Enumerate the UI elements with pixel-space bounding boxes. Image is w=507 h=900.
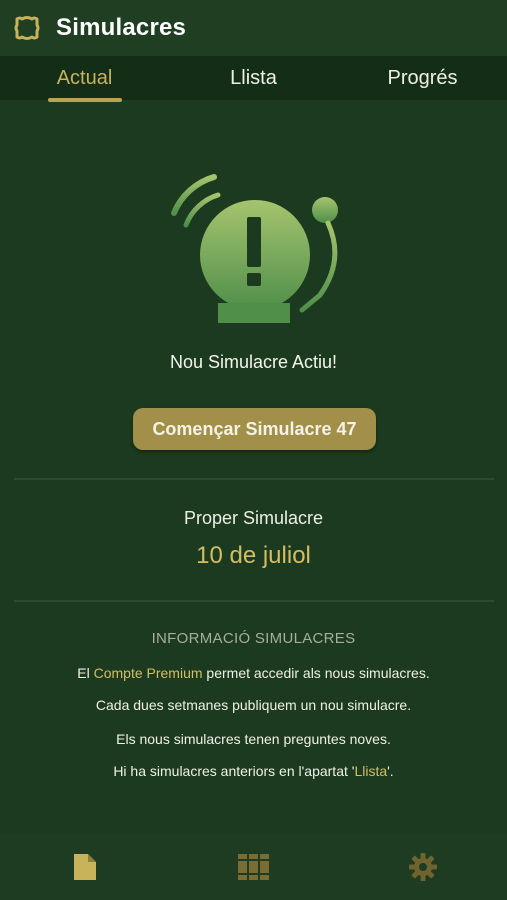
tab-label: Actual (56, 66, 113, 89)
start-simulacre-button[interactable]: Començar Simulacre 47 (133, 408, 376, 450)
bottom-navigation (0, 834, 507, 900)
info-title: INFORMACIÓ SIMULACRES (151, 630, 356, 647)
alarm-bell-icon (171, 174, 338, 323)
info-text: permet accedir als nous simulacres. (202, 665, 430, 681)
next-simulacre-label: Proper Simulacre (183, 508, 324, 528)
nav-settings[interactable] (338, 852, 507, 882)
info-line-biweekly: Cada dues setmanes publiquem un nou simu… (95, 697, 412, 713)
next-simulacre-date: 10 de juliol (196, 542, 311, 569)
gear-icon (408, 853, 437, 881)
active-tab-indicator (47, 98, 122, 102)
app-bar: Simulacres (0, 0, 507, 56)
tab-progres[interactable]: Progrés (338, 56, 507, 100)
tab-llista[interactable]: Llista (169, 56, 338, 100)
hero-illustration (0, 165, 507, 335)
badge-icon (12, 13, 42, 43)
llista-link[interactable]: Llista (354, 763, 387, 779)
tab-label: Llista (230, 66, 277, 89)
info-text: '. (387, 763, 394, 779)
info-line-previous: Hi ha simulacres anteriors en l'apartat … (0, 763, 507, 779)
info-line-premium: El Compte Premium permet accedir als nou… (0, 665, 507, 681)
tab-actual[interactable]: Actual (0, 56, 169, 102)
info-line-new-questions: Els nous simulacres tenen preguntes nove… (116, 731, 391, 747)
nav-list[interactable] (169, 852, 338, 882)
nav-current[interactable] (0, 852, 169, 882)
divider (14, 478, 494, 480)
info-text: Hi ha simulacres anteriors en l'apartat … (113, 763, 355, 779)
divider (14, 600, 494, 602)
info-text: El (77, 665, 94, 681)
tab-bar: Actual Llista Progrés (0, 56, 507, 102)
books-icon (237, 854, 269, 880)
document-icon (73, 854, 96, 880)
premium-account-link[interactable]: Compte Premium (94, 665, 203, 681)
tab-label: Progrés (387, 66, 458, 89)
active-simulacre-text: Nou Simulacre Actiu! (169, 352, 338, 372)
app-title: Simulacres (56, 14, 187, 41)
